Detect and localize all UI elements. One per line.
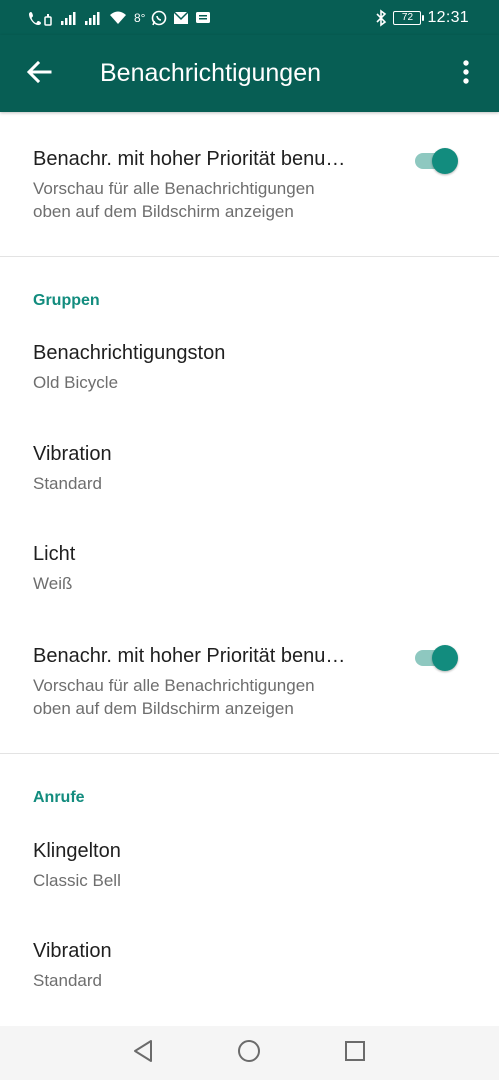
group-light[interactable]: Licht Weiß bbox=[0, 530, 499, 620]
setting-title: Benachr. mit hoher Priorität benu… bbox=[33, 148, 346, 170]
setting-title: Klingelton bbox=[33, 840, 121, 862]
setting-subtitle-line2: oben auf dem Bildschirm anzeigen bbox=[33, 699, 294, 718]
message-icon bbox=[195, 9, 211, 27]
setting-value: Weiß bbox=[33, 574, 73, 593]
signal-sim2-icon bbox=[84, 9, 102, 27]
group-vibration[interactable]: Vibration Standard bbox=[0, 430, 499, 520]
circle-home-icon bbox=[237, 1039, 261, 1068]
battery-icon: 72 bbox=[393, 11, 425, 25]
group-notification-tone[interactable]: Benachrichtigungston Old Bicycle bbox=[0, 330, 499, 420]
call-ringtone[interactable]: Klingelton Classic Bell bbox=[0, 827, 499, 917]
square-recents-icon bbox=[344, 1040, 366, 1067]
setting-title: Benachr. mit hoher Priorität benu… bbox=[33, 645, 346, 667]
nav-home-button[interactable] bbox=[236, 1039, 262, 1068]
status-bar: 8° 72 12:31 bbox=[0, 0, 499, 35]
battery-level: 72 bbox=[401, 12, 414, 23]
setting-value: Classic Bell bbox=[33, 871, 121, 890]
clock: 12:31 bbox=[427, 9, 469, 26]
wifi-calling-icon bbox=[28, 9, 54, 27]
status-icons-left: 8° bbox=[28, 8, 211, 28]
wifi-icon bbox=[108, 9, 128, 27]
status-icons-right: 72 12:31 bbox=[375, 8, 469, 28]
triangle-back-icon bbox=[132, 1039, 154, 1068]
setting-title: Licht bbox=[33, 543, 76, 565]
nav-back-button[interactable] bbox=[130, 1039, 156, 1068]
setting-value: Old Bicycle bbox=[33, 373, 119, 392]
high-priority-setting[interactable]: Benachr. mit hoher Priorität benu… Vorsc… bbox=[0, 134, 499, 244]
page-title: Benachrichtigungen bbox=[100, 59, 321, 87]
more-vertical-icon bbox=[462, 59, 470, 90]
setting-title: Vibration bbox=[33, 940, 112, 962]
temperature-text: 8° bbox=[134, 11, 146, 25]
divider bbox=[0, 256, 499, 257]
back-button[interactable] bbox=[20, 55, 58, 93]
setting-value: Standard bbox=[33, 971, 102, 990]
whatsapp-icon bbox=[151, 9, 167, 27]
mail-icon bbox=[173, 9, 190, 27]
toggle-thumb bbox=[432, 645, 458, 671]
arrow-left-icon bbox=[26, 59, 52, 90]
section-header-calls: Anrufe bbox=[33, 789, 85, 806]
setting-value: Standard bbox=[33, 474, 102, 493]
setting-subtitle-line2: oben auf dem Bildschirm anzeigen bbox=[33, 202, 294, 221]
group-high-priority-toggle[interactable] bbox=[413, 643, 461, 673]
call-vibration[interactable]: Vibration Standard bbox=[0, 927, 499, 1017]
bluetooth-icon bbox=[375, 9, 387, 27]
more-options-button[interactable] bbox=[449, 55, 483, 93]
setting-title: Benachrichtigungston bbox=[33, 342, 226, 364]
toggle-thumb bbox=[432, 148, 458, 174]
group-high-priority-setting[interactable]: Benachr. mit hoher Priorität benu… Vorsc… bbox=[0, 630, 499, 740]
app-bar: Benachrichtigungen bbox=[0, 35, 499, 112]
setting-subtitle-line1: Vorschau für alle Benachrichtigungen bbox=[33, 179, 315, 198]
system-nav-bar bbox=[0, 1026, 499, 1080]
setting-title: Vibration bbox=[33, 443, 112, 465]
high-priority-toggle[interactable] bbox=[413, 146, 461, 176]
signal-sim1-icon bbox=[60, 9, 78, 27]
divider bbox=[0, 753, 499, 754]
section-header-groups: Gruppen bbox=[33, 292, 100, 309]
nav-recents-button[interactable] bbox=[342, 1040, 368, 1066]
setting-subtitle-line1: Vorschau für alle Benachrichtigungen bbox=[33, 676, 315, 695]
